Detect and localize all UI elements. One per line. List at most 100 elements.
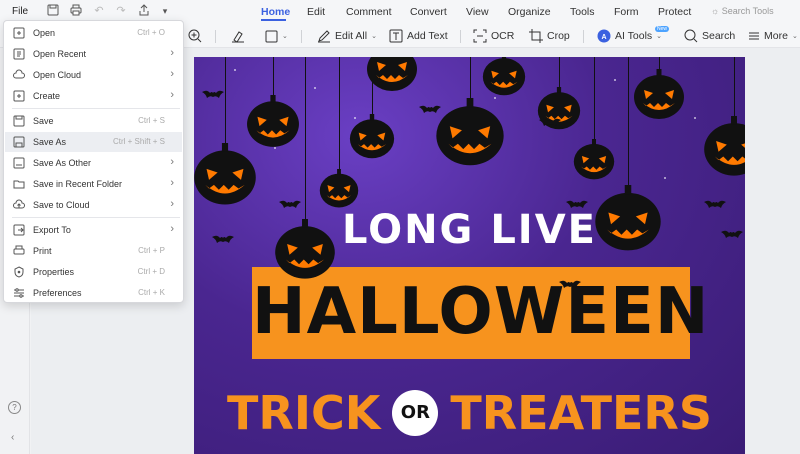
file-menu-item-label: Preferences: [33, 288, 82, 298]
share-icon[interactable]: [137, 4, 151, 18]
toolbar-divider: [460, 30, 461, 43]
pumpkin-string: [305, 57, 306, 223]
tab-comment[interactable]: Comment: [346, 6, 392, 18]
file-menu-item-save[interactable]: Save Ctrl + S: [5, 111, 182, 131]
create-icon: [13, 90, 25, 102]
crop-label: Crop: [547, 30, 570, 42]
file-menu-item-open-cloud[interactable]: Open Cloud ›: [5, 65, 182, 85]
file-menu-item-properties[interactable]: Properties Ctrl + D: [5, 262, 182, 282]
customize-quick-access-icon[interactable]: ▾: [158, 4, 172, 18]
tab-tools[interactable]: Tools: [570, 6, 595, 18]
tab-home[interactable]: Home: [261, 6, 290, 18]
new-badge: New: [655, 26, 670, 32]
help-icon[interactable]: ?: [8, 401, 21, 414]
pumpkin-string: [628, 57, 629, 189]
menu-lines-icon: [749, 32, 759, 40]
jack-o-lantern-icon: [349, 114, 395, 159]
shape-button[interactable]: ⌄: [265, 28, 288, 44]
add-text-button[interactable]: Add Text: [389, 28, 448, 44]
file-menu-item-label: Create: [33, 91, 61, 101]
file-menu-item-print[interactable]: Print Ctrl + P: [5, 241, 182, 261]
jack-o-lantern-icon: [704, 116, 745, 176]
pumpkin-string: [559, 57, 560, 91]
edit-all-button[interactable]: Edit All ⌄: [317, 28, 377, 44]
print-icon[interactable]: [69, 4, 83, 18]
file-menu-item-label: Open Cloud: [33, 70, 82, 80]
jack-o-lantern-icon: [367, 57, 417, 91]
star-decoration: [694, 117, 696, 119]
file-menu-item-label: Save in Recent Folder: [33, 179, 123, 189]
pumpkin-string: [225, 57, 226, 147]
bat-icon: [202, 87, 224, 101]
poster-line-3: TRICK OR TREATERS: [194, 383, 745, 443]
bat-icon: [721, 227, 743, 241]
halloween-poster-page[interactable]: LONG LIVE HALLOWEEN TRICK OR TREATERS: [194, 57, 745, 454]
file-menu-item-open-recent[interactable]: Open Recent ›: [5, 44, 182, 64]
ocr-button[interactable]: OCR: [473, 28, 514, 44]
edit-all-label: Edit All: [335, 30, 368, 42]
pumpkin-string: [339, 57, 340, 173]
cloud-icon: [13, 69, 25, 79]
redo-icon[interactable]: ↷: [114, 4, 128, 18]
chevron-right-icon: ›: [170, 177, 174, 189]
bat-icon: [539, 115, 561, 129]
file-menu-button[interactable]: File: [12, 6, 28, 17]
file-menu-item-create[interactable]: Create ›: [5, 86, 182, 106]
tab-form[interactable]: Form: [614, 6, 639, 18]
file-menu-item-label: Save: [33, 116, 54, 126]
search-button[interactable]: Search: [684, 28, 735, 44]
tab-protect[interactable]: Protect: [658, 6, 691, 18]
print-icon: [13, 245, 25, 255]
collapse-sidebar-icon[interactable]: ‹: [11, 432, 14, 443]
highlight-button[interactable]: [231, 28, 245, 44]
bat-icon: [279, 197, 301, 211]
tab-convert[interactable]: Convert: [410, 6, 447, 18]
file-menu-item-save-in-recent-folder[interactable]: Save in Recent Folder ›: [5, 174, 182, 194]
crop-icon: [529, 29, 543, 43]
undo-icon[interactable]: ↶: [92, 4, 106, 18]
bat-icon: [559, 277, 581, 291]
tab-view[interactable]: View: [466, 6, 489, 18]
properties-icon: [14, 266, 24, 278]
save-icon: [13, 115, 25, 127]
open-recent-icon: [13, 48, 25, 60]
file-dropdown-menu: Open Ctrl + O Open Recent › Open Cloud › Creat…: [3, 20, 184, 303]
toolbar-divider: [583, 30, 584, 43]
star-decoration: [234, 69, 236, 71]
file-menu-item-label: Print: [33, 246, 52, 256]
jack-o-lantern-icon: [573, 139, 615, 180]
ai-tools-button[interactable]: A AI Tools ⌄: [597, 28, 662, 44]
search-tools-input[interactable]: ☼ Search Tools: [711, 6, 774, 16]
tab-organize[interactable]: Organize: [508, 6, 551, 18]
file-menu-item-label: Save As: [33, 137, 67, 147]
file-menu-item-label: Open Recent: [33, 49, 87, 59]
svg-text:A: A: [601, 34, 606, 41]
zoom-in-button[interactable]: [188, 28, 202, 44]
crop-button[interactable]: Crop: [529, 28, 570, 44]
star-decoration: [614, 79, 616, 81]
file-menu-item-label: Save As Other: [33, 158, 92, 168]
preferences-icon: [14, 288, 24, 298]
pen-icon: [318, 30, 330, 43]
ocr-label: OCR: [491, 30, 515, 42]
file-menu-item-save-as[interactable]: Save As Ctrl + Shift + S: [5, 132, 182, 152]
bat-icon: [566, 197, 588, 211]
file-menu-item-open[interactable]: Open Ctrl + O: [5, 23, 182, 43]
shortcut-hint: Ctrl + S: [138, 116, 165, 125]
file-menu-item-save-to-cloud[interactable]: Save to Cloud ›: [5, 195, 182, 215]
pumpkin-string: [594, 57, 595, 143]
more-button[interactable]: More ⌄: [748, 28, 798, 44]
file-menu-item-export-to[interactable]: Export To ›: [5, 220, 182, 240]
poster-trick-text: TRICK: [227, 386, 381, 440]
chevron-right-icon: ›: [170, 47, 174, 59]
poster-treaters-text: TREATERS: [450, 386, 712, 440]
tab-edit[interactable]: Edit: [307, 6, 325, 18]
file-menu-item-preferences[interactable]: Preferences Ctrl + K: [5, 283, 182, 303]
open-icon: [13, 27, 25, 39]
shortcut-hint: Ctrl + D: [137, 267, 165, 276]
folder-icon: [13, 180, 25, 189]
file-menu-item-save-as-other[interactable]: Save As Other ›: [5, 153, 182, 173]
save-icon[interactable]: [46, 4, 60, 18]
star-decoration: [664, 177, 666, 179]
chevron-down-icon: ⌄: [282, 33, 288, 40]
